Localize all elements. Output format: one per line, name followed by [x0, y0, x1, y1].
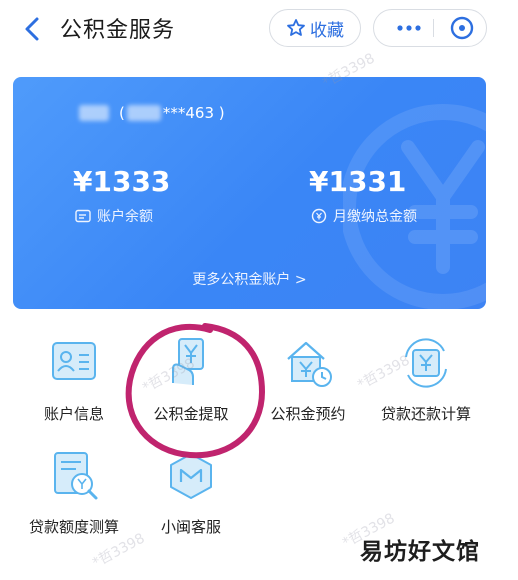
balance-label-row: 账户余额: [75, 206, 153, 226]
wallet-icon: [75, 209, 91, 223]
service-label: 公积金预约: [270, 405, 346, 423]
page-title: 公积金服务: [60, 18, 176, 43]
monthly-label: 月缴纳总金额: [333, 209, 417, 225]
service-appointment[interactable]: 公积金预约: [249, 335, 367, 424]
service-loan-calc[interactable]: 贷款还款计算: [367, 335, 485, 424]
account-info-icon: [52, 342, 96, 380]
header-bar: 公积金服务 收藏: [0, 0, 518, 60]
service-label: 贷款额度测算: [28, 518, 119, 536]
favorite-button[interactable]: 收藏: [269, 9, 361, 47]
star-icon: [287, 19, 305, 36]
favorite-label: 收藏: [310, 20, 344, 41]
loan-calc-icon: [405, 338, 447, 388]
brand-watermark: 易坊好文馆: [360, 539, 480, 565]
service-account-info[interactable]: 账户信息: [15, 335, 133, 424]
customer-service-icon: [170, 453, 212, 499]
masked-digits: [126, 105, 161, 121]
monthly-label-row: 月缴纳总金额: [311, 206, 417, 226]
service-label: 小闽客服: [160, 518, 221, 536]
balance-label: 账户余额: [97, 209, 153, 225]
loan-quota-icon: [54, 452, 98, 500]
service-loan-quota[interactable]: 贷款额度测算: [15, 448, 133, 537]
masked-name: [79, 105, 109, 121]
more-icon[interactable]: [388, 10, 430, 46]
account-number: ( ***463 ): [79, 104, 225, 122]
capsule-divider: [433, 19, 434, 37]
back-arrow-icon[interactable]: [18, 14, 48, 44]
service-withdraw[interactable]: 公积金提取: [132, 335, 250, 424]
withdraw-icon: [172, 338, 204, 385]
account-number-tail: ***463 ): [162, 104, 225, 122]
service-label: 公积金提取: [153, 405, 229, 423]
account-card[interactable]: ( ***463 ) ¥1333 账户余额 ¥1331 月缴纳总金额 更多公积金…: [13, 77, 486, 309]
close-miniapp-icon[interactable]: [440, 10, 484, 46]
monthly-amount: ¥1331: [309, 165, 407, 198]
service-label: 账户信息: [43, 405, 104, 423]
balance-amount: ¥1333: [73, 165, 171, 198]
more-accounts-link[interactable]: 更多公积金账户 >: [13, 269, 486, 289]
mini-app-capsule: [373, 9, 487, 47]
appointment-icon: [287, 341, 332, 387]
monthly-payment-icon: [311, 208, 327, 224]
service-label: 贷款还款计算: [380, 405, 471, 423]
service-customer-service[interactable]: 小闽客服: [132, 448, 250, 537]
